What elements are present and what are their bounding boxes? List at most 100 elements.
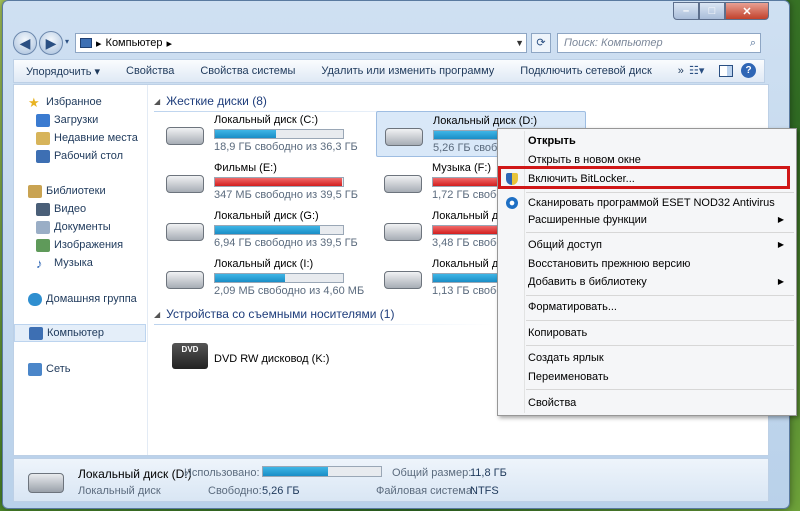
- details-drive-name: Локальный диск (D:): [78, 467, 192, 481]
- preview-pane-icon[interactable]: [719, 64, 733, 77]
- maximize-button[interactable]: □: [699, 2, 725, 20]
- breadcrumb-chevron[interactable]: ▸: [166, 37, 172, 50]
- network-icon: [28, 362, 42, 376]
- breadcrumb-computer[interactable]: Компьютер: [106, 37, 163, 49]
- search-placeholder: Поиск: Компьютер: [564, 37, 663, 49]
- music-icon: ♪: [36, 255, 43, 271]
- uninstall-program-button[interactable]: Удалить или изменить программу: [308, 65, 507, 77]
- drive-tile[interactable]: DVD DVD RW дисковод (K:): [158, 337, 368, 383]
- sidebar-item-video[interactable]: Видео: [36, 200, 86, 218]
- libraries-icon: [28, 184, 42, 198]
- sidebar-item-downloads[interactable]: Загрузки: [36, 111, 98, 129]
- collapse-triangle-icon[interactable]: ◢: [154, 310, 160, 319]
- bitlocker-highlight-frame: [498, 166, 790, 189]
- menu-separator: [526, 320, 794, 321]
- address-row: ◀ ▶ ▾ ▸ Компьютер ▸ ▼ ⟳ Поиск: Компьютер…: [13, 31, 761, 55]
- group-header-hdd[interactable]: ◢ Жесткие диски (8): [154, 91, 494, 112]
- drive-tile[interactable]: Локальный диск (G:) 6,94 ГБ свободно из 3…: [158, 207, 368, 253]
- drive-usage-bar: [214, 225, 344, 235]
- drive-name: Фильмы (E:): [214, 162, 277, 174]
- drive-free-space: 347 МБ свободно из 39,5 ГБ: [214, 189, 358, 201]
- toolbar-icons: ☷▾ ?: [689, 63, 756, 78]
- sidebar-item-music[interactable]: ♪ Музыка: [36, 254, 93, 272]
- sidebar-item-favorites[interactable]: ★ Избранное: [28, 93, 102, 111]
- recent-places-icon: [36, 131, 50, 145]
- sidebar-item-homegroup[interactable]: Домашняя группа: [28, 290, 137, 308]
- desktop-icon: [36, 149, 50, 163]
- minimize-button[interactable]: –: [673, 2, 699, 20]
- menu-item-add-to-library[interactable]: Добавить в библиотеку ▶: [500, 272, 794, 292]
- hard-drive-icon: [381, 120, 425, 150]
- history-dropdown[interactable]: ▾: [65, 37, 69, 46]
- address-dropdown-icon[interactable]: ▼: [515, 34, 524, 52]
- system-properties-button[interactable]: Свойства системы: [187, 65, 308, 77]
- organize-button[interactable]: Упорядочить ▾: [14, 65, 113, 78]
- map-network-drive-button[interactable]: Подключить сетевой диск: [507, 65, 664, 77]
- details-usage-fill: [263, 467, 328, 476]
- search-icon[interactable]: ⌕: [750, 34, 756, 52]
- drive-free-space: 18,9 ГБ свободно из 36,3 ГБ: [214, 141, 358, 153]
- computer-icon: [80, 38, 92, 48]
- sidebar-item-network[interactable]: Сеть: [28, 360, 70, 378]
- back-button[interactable]: ◀: [13, 31, 37, 55]
- search-input[interactable]: Поиск: Компьютер ⌕: [557, 33, 761, 53]
- star-icon: ★: [28, 94, 40, 110]
- details-fs-value: NTFS: [470, 485, 499, 497]
- sidebar-item-desktop[interactable]: Рабочий стол: [36, 147, 123, 165]
- drive-usage-fill: [215, 130, 277, 138]
- address-bar[interactable]: ▸ Компьютер ▸ ▼: [75, 33, 527, 53]
- details-drive-type: Локальный диск: [78, 485, 161, 497]
- view-options-icon[interactable]: ☷▾: [689, 64, 711, 77]
- menu-item-properties[interactable]: Свойства: [500, 393, 794, 413]
- drive-usage-bar: [214, 129, 344, 139]
- menu-item-create-shortcut[interactable]: Создать ярлык: [500, 348, 794, 368]
- menu-item-advanced[interactable]: Расширенные функции ▶: [500, 210, 794, 230]
- menu-item-format[interactable]: Форматировать...: [500, 297, 794, 317]
- hard-drive-icon: [162, 119, 206, 149]
- group-header-removable[interactable]: ◢ Устройства со съемными носителями (1): [154, 304, 494, 325]
- details-free-value: 5,26 ГБ: [262, 485, 300, 497]
- menu-item-sharing[interactable]: Общий доступ ▶: [500, 235, 794, 255]
- sidebar-item-computer[interactable]: Компьютер: [14, 324, 146, 342]
- hard-drive-icon: [162, 167, 206, 197]
- drive-usage-fill: [215, 178, 342, 186]
- drive-tile[interactable]: Фильмы (E:) 347 МБ свободно из 39,5 ГБ: [158, 159, 368, 205]
- video-icon: [36, 202, 50, 216]
- submenu-arrow-icon: ▶: [777, 240, 784, 249]
- hard-drive-icon: [380, 215, 424, 245]
- help-icon[interactable]: ?: [741, 63, 756, 78]
- menu-item-rename[interactable]: Переименовать: [500, 367, 794, 387]
- collapse-triangle-icon[interactable]: ◢: [154, 97, 160, 106]
- sidebar-item-pictures[interactable]: Изображения: [36, 236, 123, 254]
- menu-item-copy[interactable]: Копировать: [500, 323, 794, 343]
- menu-item-open[interactable]: Открыть: [500, 131, 794, 151]
- sidebar-item-documents[interactable]: Документы: [36, 218, 111, 236]
- drive-free-space: 2,09 МБ свободно из 4,60 МБ: [214, 285, 365, 297]
- hard-drive-icon: [162, 215, 206, 245]
- drive-usage-bar: [214, 273, 344, 283]
- details-total-label: Общий размер:: [392, 467, 472, 479]
- drive-name: Локальный диск (G:): [214, 210, 319, 222]
- drive-name: Локальный диск (D:): [433, 115, 538, 127]
- drive-tile[interactable]: Локальный диск (I:) 2,09 МБ свободно из 4…: [158, 255, 368, 301]
- refresh-button[interactable]: ⟳: [531, 33, 551, 53]
- drive-tile[interactable]: Локальный диск (C:) 18,9 ГБ свободно из 3…: [158, 111, 368, 157]
- drive-usage-fill: [215, 226, 320, 234]
- sidebar-item-recent[interactable]: Недавние места: [36, 129, 138, 147]
- close-button[interactable]: ✕: [725, 2, 769, 20]
- drive-name: Локальный диск (C:): [214, 114, 319, 126]
- downloads-icon: [36, 113, 50, 127]
- navigation-pane: ★ Избранное Загрузки Недавние места Рабоч…: [14, 85, 148, 455]
- menu-item-restore-version[interactable]: Восстановить прежнюю версию: [500, 254, 794, 274]
- breadcrumb-separator: ▸: [96, 37, 102, 50]
- drive-usage-bar: [214, 177, 344, 187]
- properties-button[interactable]: Свойства: [113, 65, 187, 77]
- hard-drive-icon: [380, 263, 424, 293]
- documents-icon: [36, 220, 50, 234]
- homegroup-icon: [28, 292, 42, 306]
- forward-button[interactable]: ▶: [39, 31, 63, 55]
- submenu-arrow-icon: ▶: [777, 277, 784, 286]
- sidebar-item-libraries[interactable]: Библиотеки: [28, 182, 106, 200]
- command-bar: Упорядочить ▾ Свойства Свойства системы …: [13, 59, 765, 83]
- drive-usage-fill: [215, 274, 286, 282]
